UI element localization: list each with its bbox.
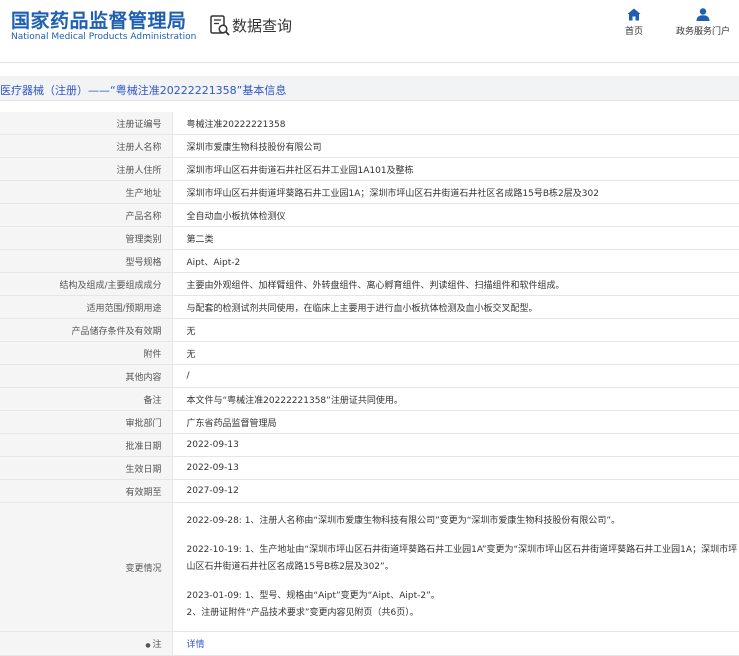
field-value: / <box>172 365 739 388</box>
field-value: 全自动血小板抗体检测仪 <box>172 204 739 227</box>
table-row: 有效期至2027-09-12 <box>0 480 739 503</box>
nav-home-label: 首页 <box>625 27 643 37</box>
field-value: 广东省药品监督管理局 <box>172 411 739 434</box>
detail-table: 注册证编号粤械注准20222221358注册人名称深圳市爱康生物科技股份有限公司… <box>0 112 739 656</box>
field-value: 本文件与“粤械注准20222221358”注册证共同使用。 <box>172 388 739 411</box>
field-value: 2022-09-13 <box>172 457 739 480</box>
change-history: 2022-09-28: 1、注册人名称由“深圳市爱康生物科技有限公司”变更为“深… <box>172 503 739 632</box>
field-value: 深圳市坪山区石井街道坪葵路石井工业园1A；深圳市坪山区石井街道石井社区名成路15… <box>172 181 739 204</box>
field-label: 备注 <box>0 388 172 411</box>
table-row: 生效日期2022-09-13 <box>0 457 739 480</box>
field-value: 粤械注准20222221358 <box>172 112 739 135</box>
field-label: 产品储存条件及有效期 <box>0 319 172 342</box>
table-row: 注册证编号粤械注准20222221358 <box>0 112 739 135</box>
table-row: 产品储存条件及有效期无 <box>0 319 739 342</box>
field-label: 附件 <box>0 342 172 365</box>
table-row: 适用范围/预期用途与配套的检测试剂共同使用，在临床上主要用于进行血小板抗体检测及… <box>0 296 739 319</box>
change-entry: 2022-10-19: 1、生产地址由“深圳市坪山区石井街道坪葵路石井工业园1A… <box>187 542 739 576</box>
table-row: 产品名称全自动血小板抗体检测仪 <box>0 204 739 227</box>
home-icon <box>627 8 641 21</box>
table-row: 备注本文件与“粤械注准20222221358”注册证共同使用。 <box>0 388 739 411</box>
nav-gov-service-label: 政务服务门户 <box>676 27 730 37</box>
field-value: 深圳市爱康生物科技股份有限公司 <box>172 135 739 158</box>
field-value: 主要由外观组件、加样臂组件、外转盘组件、离心孵育组件、判读组件、扫描组件和软件组… <box>172 273 739 296</box>
page-title: 医疗器械（注册）——“粤械注准20222221358”基本信息 <box>0 82 286 98</box>
field-value: 无 <box>172 342 739 365</box>
field-label: 有效期至 <box>0 480 172 503</box>
data-query-title: 数据查询 <box>232 15 292 36</box>
table-row: 结构及组成/主要组成成分主要由外观组件、加样臂组件、外转盘组件、离心孵育组件、判… <box>0 273 739 296</box>
site-logo-title[interactable]: 国家药品监督管理局 <box>11 6 187 33</box>
field-label: 审批部门 <box>0 411 172 434</box>
table-row: 附件无 <box>0 342 739 365</box>
table-row: 注册人住所深圳市坪山区石井街道石井社区石井工业园1A101及整栋 <box>0 158 739 181</box>
field-label: 适用范围/预期用途 <box>0 296 172 319</box>
field-value: 第二类 <box>172 227 739 250</box>
field-value: Aipt、Aipt-2 <box>172 250 739 273</box>
details-link[interactable]: 详情 <box>187 640 205 650</box>
table-row: 注册人名称深圳市爱康生物科技股份有限公司 <box>0 135 739 158</box>
field-label: 结构及组成/主要组成成分 <box>0 273 172 296</box>
nav-home[interactable]: 首页 <box>618 8 650 37</box>
breadcrumb: 医疗器械（注册）——“粤械注准20222221358”基本信息 <box>0 76 739 101</box>
site-logo-subtitle: National Medical Products Administration <box>11 32 196 42</box>
change-entry: 2022-09-28: 1、注册人名称由“深圳市爱康生物科技有限公司”变更为“深… <box>187 513 739 530</box>
table-row: 生产地址深圳市坪山区石井街道坪葵路石井工业园1A；深圳市坪山区石井街道石井社区名… <box>0 181 739 204</box>
table-row: 批准日期2022-09-13 <box>0 434 739 457</box>
field-value: 深圳市坪山区石井街道石井社区石井工业园1A101及整栋 <box>172 158 739 181</box>
field-label: 生产地址 <box>0 181 172 204</box>
table-row-changes: 变更情况 2022-09-28: 1、注册人名称由“深圳市爱康生物科技有限公司”变… <box>0 503 739 632</box>
note-label: 注 <box>152 640 161 650</box>
table-row: 其他内容/ <box>0 365 739 388</box>
table-row: 管理类别第二类 <box>0 227 739 250</box>
field-value: 无 <box>172 319 739 342</box>
field-label: 管理类别 <box>0 227 172 250</box>
change-entry: 2023-01-09: 1、型号、规格由“Aipt”变更为“Aipt、Aipt-… <box>187 588 739 622</box>
table-row: 型号规格Aipt、Aipt-2 <box>0 250 739 273</box>
field-label: 型号规格 <box>0 250 172 273</box>
table-row: 审批部门广东省药品监督管理局 <box>0 411 739 434</box>
field-label: 产品名称 <box>0 204 172 227</box>
user-icon <box>696 8 710 21</box>
field-label: 生效日期 <box>0 457 172 480</box>
field-label: 批准日期 <box>0 434 172 457</box>
field-value: 2022-09-13 <box>172 434 739 457</box>
field-label: 注册人住所 <box>0 158 172 181</box>
field-value: 2027-09-12 <box>172 480 739 503</box>
site-header: 国家药品监督管理局 National Medical Products Admi… <box>0 0 739 63</box>
data-query-icon <box>210 15 230 37</box>
field-label: 其他内容 <box>0 365 172 388</box>
field-label: 变更情况 <box>0 503 172 632</box>
field-label: 注册人名称 <box>0 135 172 158</box>
field-value: 与配套的检测试剂共同使用，在临床上主要用于进行血小板抗体检测及血小板交叉配型。 <box>172 296 739 319</box>
field-label: 注册证编号 <box>0 112 172 135</box>
nav-gov-service[interactable]: 政务服务门户 <box>668 8 738 37</box>
